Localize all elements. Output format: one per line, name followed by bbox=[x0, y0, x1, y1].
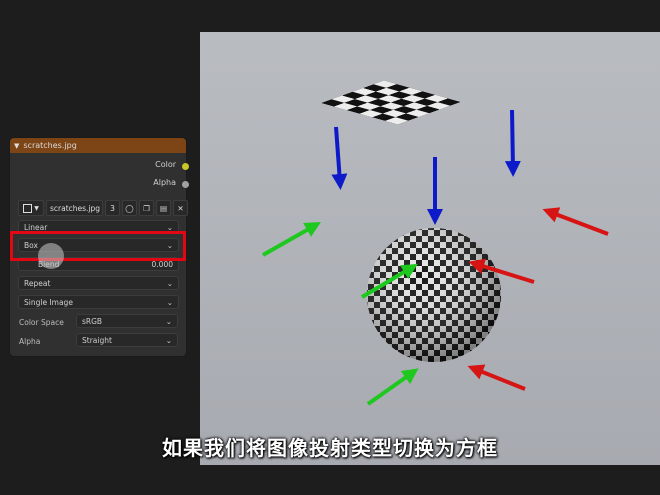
fake-user-button[interactable]: ◯ bbox=[122, 200, 137, 216]
subtitle-caption: 如果我们将图像投射类型切换为方框 bbox=[162, 436, 498, 460]
duplicate-button[interactable]: ❐ bbox=[139, 200, 154, 216]
fake-user-shield-icon: ◯ bbox=[125, 203, 134, 213]
image-type-icon bbox=[23, 203, 33, 213]
image-datablock-row: ▼ scratches.jpg 3 ◯ ❐ ▤ ✕ bbox=[18, 200, 188, 216]
chevron-down-icon: ⌄ bbox=[165, 316, 172, 326]
alpha-dropdown[interactable]: Straight ⌄ bbox=[76, 333, 178, 347]
color-output: Color bbox=[10, 160, 189, 174]
source-dropdown[interactable]: Single Image ⌄ bbox=[18, 295, 179, 309]
chevron-down-icon: ⌄ bbox=[166, 278, 173, 288]
extension-value: Repeat bbox=[24, 278, 51, 288]
chevron-down-icon: ⌄ bbox=[166, 297, 173, 307]
color-space-label: Color Space bbox=[19, 318, 64, 327]
extension-dropdown[interactable]: Repeat ⌄ bbox=[18, 276, 179, 290]
alpha-output-label: Alpha bbox=[153, 178, 176, 187]
3d-viewport[interactable] bbox=[200, 32, 660, 465]
alpha-output: Alpha bbox=[10, 178, 189, 192]
mouse-cursor-indicator bbox=[38, 243, 64, 269]
color-space-dropdown[interactable]: sRGB ⌄ bbox=[76, 314, 178, 328]
blue-arrows bbox=[331, 109, 521, 225]
user-count-text: 3 bbox=[110, 203, 115, 213]
node-header[interactable]: ▼ scratches.jpg bbox=[10, 138, 186, 153]
close-icon: ✕ bbox=[177, 203, 184, 213]
alpha-label: Alpha bbox=[19, 337, 41, 346]
alpha-socket[interactable] bbox=[182, 181, 189, 188]
alpha-value: Straight bbox=[82, 335, 112, 345]
node-title: scratches.jpg bbox=[23, 141, 77, 150]
image-name-text: scratches.jpg bbox=[50, 203, 101, 213]
checker-sphere bbox=[367, 228, 501, 362]
chevron-down-icon: ⌄ bbox=[165, 335, 172, 345]
highlight-box bbox=[10, 231, 186, 261]
image-type-button[interactable]: ▼ bbox=[18, 200, 44, 216]
color-output-label: Color bbox=[155, 160, 176, 169]
top-checker-plane bbox=[321, 80, 461, 125]
projection-illustration bbox=[248, 80, 609, 406]
open-folder-icon: ▤ bbox=[159, 203, 168, 213]
color-space-value: sRGB bbox=[82, 316, 103, 326]
chevron-down-icon: ▼ bbox=[34, 204, 39, 212]
duplicate-icon: ❐ bbox=[143, 203, 150, 213]
image-name-field[interactable]: scratches.jpg bbox=[46, 200, 103, 216]
source-value: Single Image bbox=[24, 297, 73, 307]
open-button[interactable]: ▤ bbox=[156, 200, 171, 216]
user-count[interactable]: 3 bbox=[105, 200, 120, 216]
unlink-button[interactable]: ✕ bbox=[173, 200, 188, 216]
color-socket[interactable] bbox=[182, 163, 189, 170]
collapse-chevron-icon[interactable]: ▼ bbox=[14, 142, 19, 150]
